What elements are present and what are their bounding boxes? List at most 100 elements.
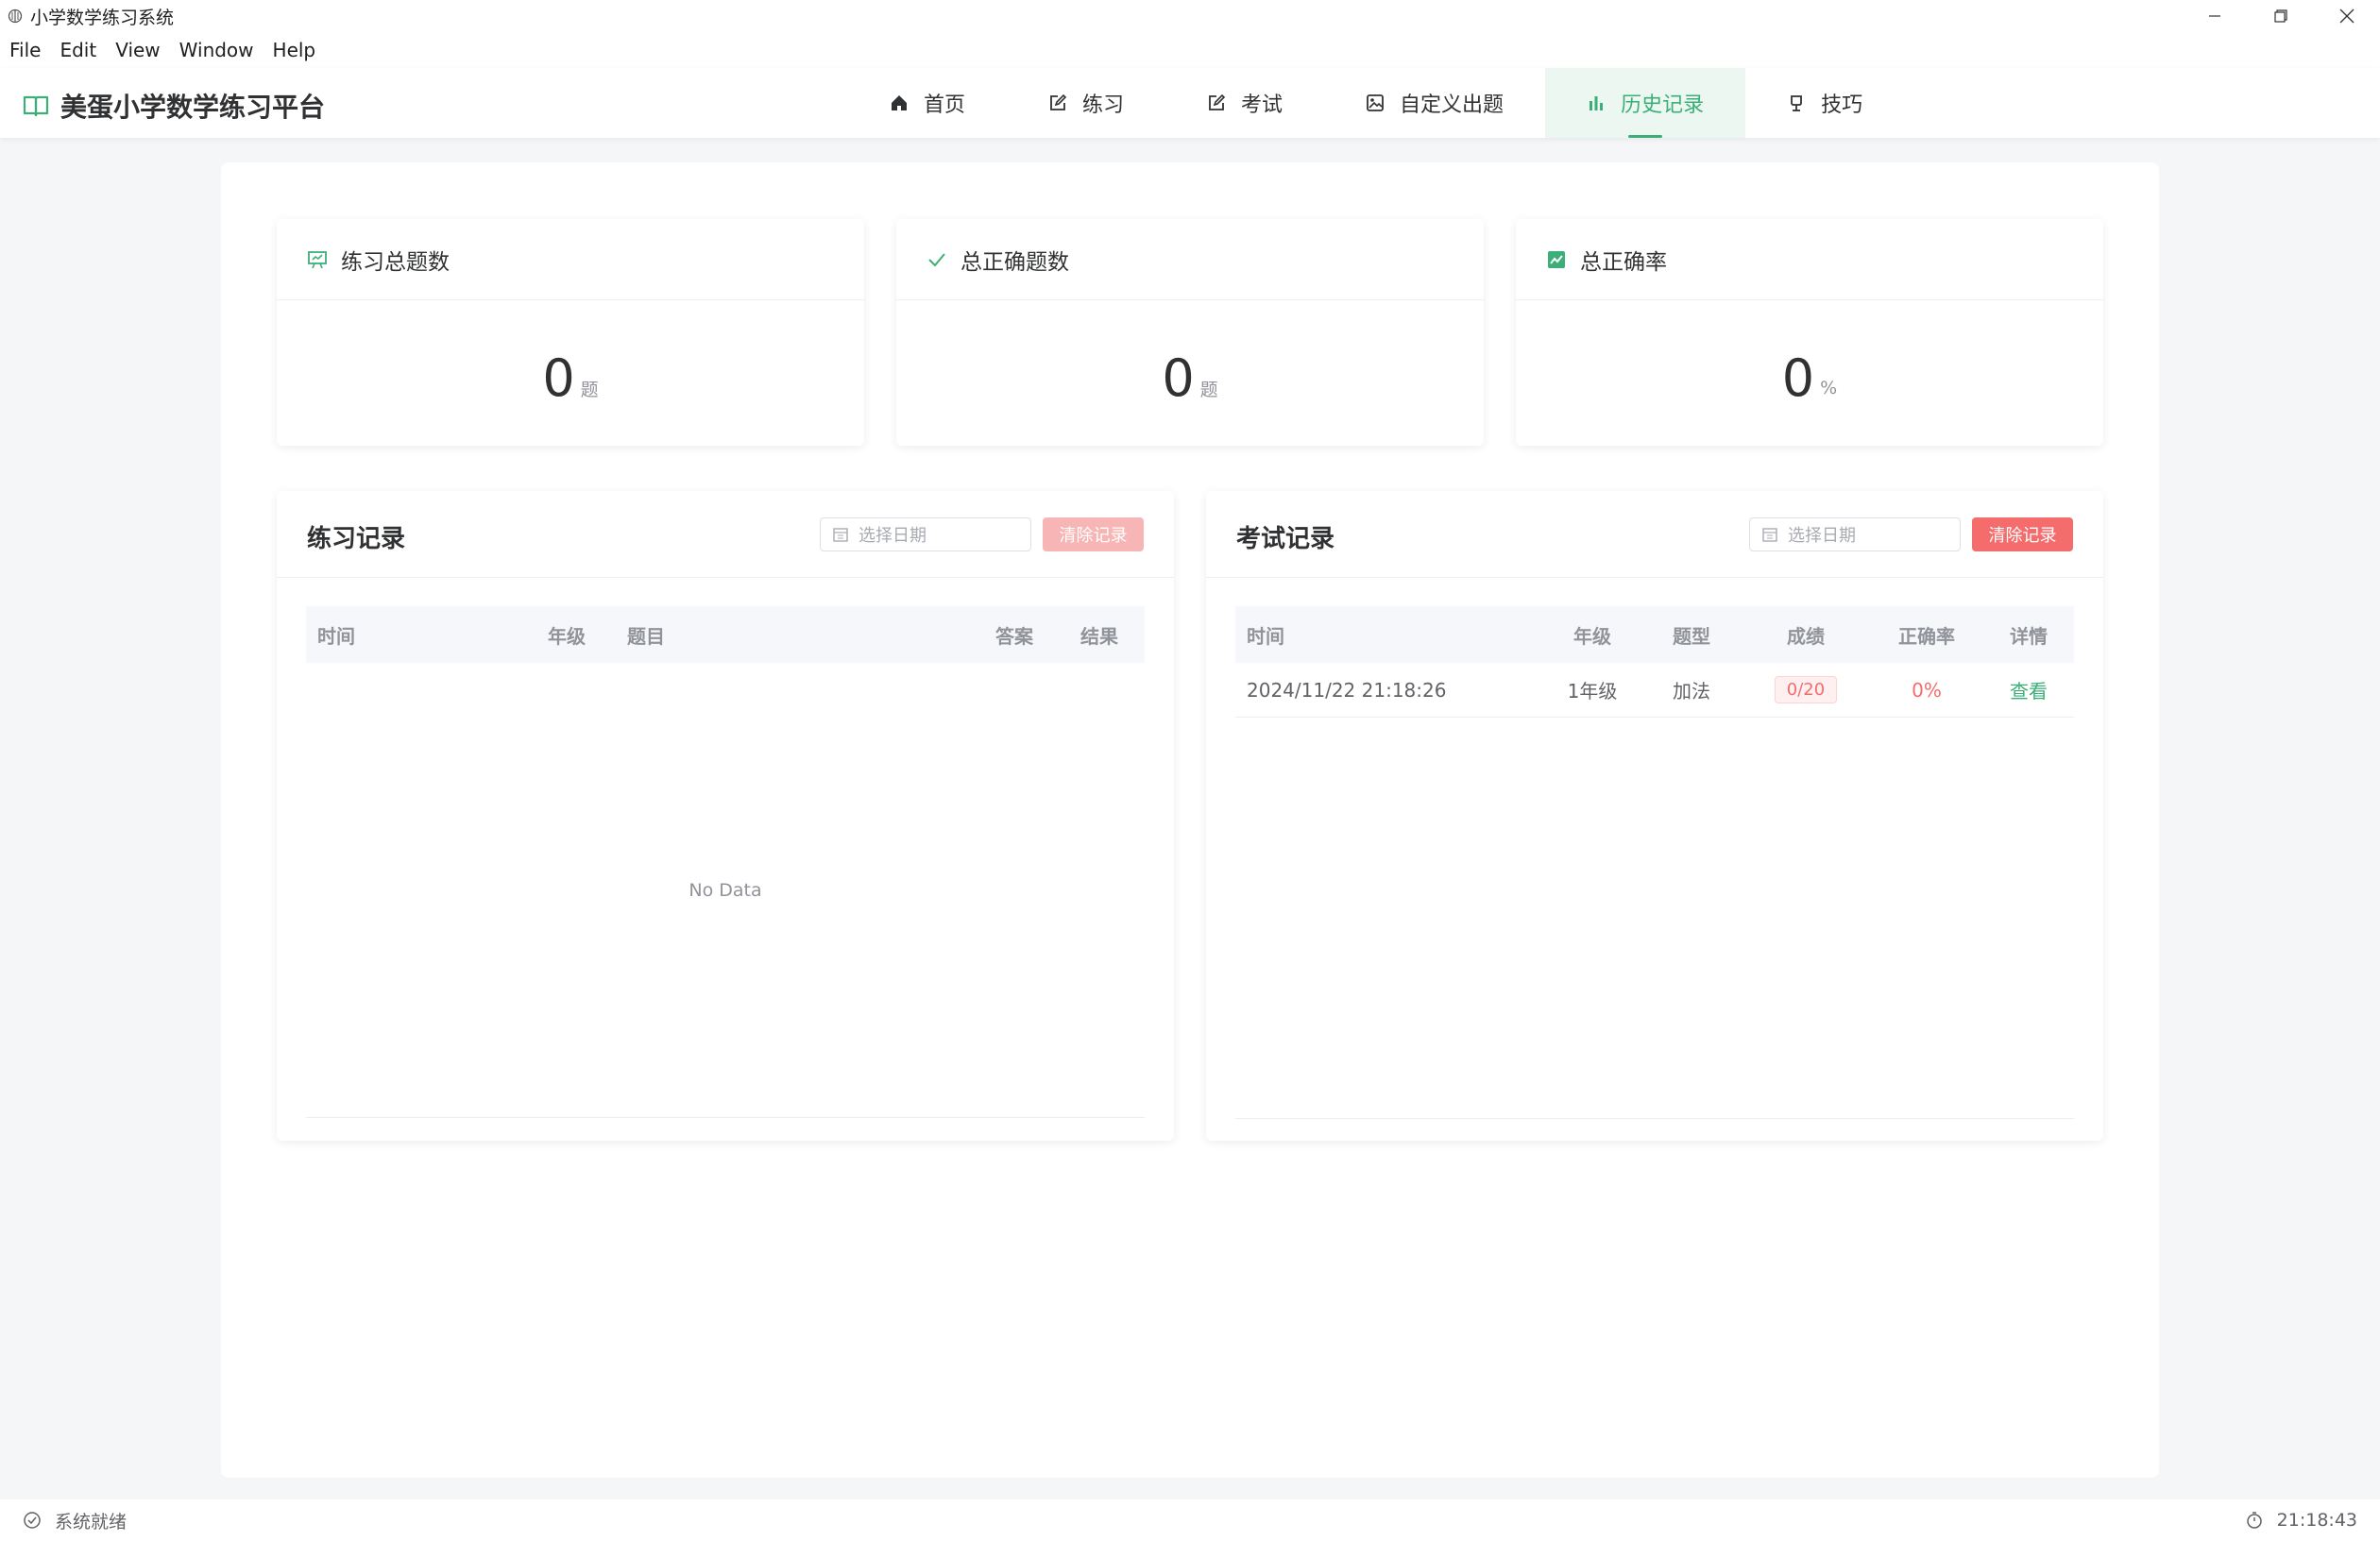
- nav-history-label: 历史记录: [1621, 93, 1705, 117]
- table-row: 2024/11/22 21:18:26 1年级 加法 0/20 0% 查看: [1235, 663, 2074, 718]
- stat-card-header: 练习总题数: [277, 219, 864, 300]
- practice-records-header: 练习记录 选择日期 清除记录: [277, 491, 1174, 578]
- practice-records-table: 时间 年级 题目 答案 结果: [306, 606, 1145, 663]
- row-accuracy: 0%: [1912, 678, 1942, 702]
- practice-records-title: 练习记录: [307, 525, 406, 553]
- stat-card-accuracy: 总正确率 0 %: [1516, 219, 2103, 446]
- status-text: 系统就绪: [55, 1511, 128, 1533]
- stat-unit: 题: [1199, 379, 1218, 400]
- exam-records-header: 考试记录 选择日期 清除记录: [1206, 491, 2103, 578]
- stat-label: 总正确率: [1580, 249, 1667, 275]
- table-header: 时间 年级 题型 成绩 正确率 详情: [1235, 606, 2074, 663]
- stat-card-body: 0 题: [896, 300, 1484, 446]
- close-icon: [2339, 8, 2354, 24]
- menu-help[interactable]: Help: [273, 39, 316, 61]
- nav-tips-label: 技巧: [1821, 93, 1863, 117]
- calendar-icon: [1762, 528, 1777, 542]
- status-bar: 系统就绪 21:18:43: [0, 1499, 2380, 1541]
- menu-bar: File Edit View Window Help: [0, 32, 2380, 68]
- history-panel: 练习总题数 0 题 总正确题数 0 题 总正确率 0 % 练习记录 选择日期 清…: [221, 162, 2159, 1478]
- menu-file[interactable]: File: [9, 39, 41, 61]
- row-type: 加法: [1673, 680, 1710, 703]
- stat-card-total-questions: 练习总题数 0 题: [277, 219, 864, 446]
- close-button[interactable]: [2314, 0, 2380, 32]
- app-header: 美蛋小学数学练习平台 首页 练习 考试 自定义出题 历史记录 技巧: [0, 68, 2380, 138]
- menu-view[interactable]: View: [115, 39, 160, 61]
- column-header-accuracy: 正确率: [1898, 624, 1955, 648]
- exam-records-card: 考试记录 选择日期 清除记录 时间 年级 题型 成绩 正确率 详情 2024/1…: [1206, 491, 2103, 1141]
- minimize-icon: [2209, 15, 2220, 17]
- practice-clear-button[interactable]: 清除记录: [1043, 517, 1144, 551]
- menu-window[interactable]: Window: [179, 39, 254, 61]
- stat-label: 总正确题数: [960, 249, 1069, 275]
- column-header-grade: 年级: [548, 624, 586, 648]
- stat-card-header: 总正确题数: [896, 219, 1484, 300]
- home-icon: [892, 95, 907, 110]
- practice-date-picker[interactable]: 选择日期: [820, 517, 1031, 551]
- stat-value: 0: [542, 347, 575, 408]
- nav-exam-label: 考试: [1241, 93, 1284, 117]
- restore-button[interactable]: [2248, 0, 2314, 32]
- presentation-icon: [308, 250, 327, 268]
- nav-practice-label: 练习: [1082, 93, 1125, 117]
- column-header-time: 时间: [317, 624, 355, 648]
- column-header-grade: 年级: [1573, 624, 1611, 648]
- column-header-result: 结果: [1080, 624, 1118, 648]
- status-indicator: 系统就绪: [23, 1508, 127, 1533]
- stat-unit: 题: [580, 379, 599, 400]
- main-nav: 首页 练习 考试 自定义出题 历史记录 技巧: [848, 68, 1904, 138]
- column-header-time: 时间: [1247, 624, 1284, 648]
- nav-home-label: 首页: [924, 93, 966, 117]
- exam-date-picker[interactable]: 选择日期: [1749, 517, 1961, 551]
- nav-history[interactable]: 历史记录: [1545, 68, 1746, 138]
- window-controls: [2182, 0, 2380, 32]
- score-tag: 0/20: [1774, 676, 1838, 703]
- picture-icon: [1367, 94, 1384, 111]
- window-title: 小学数学练习系统: [30, 7, 175, 28]
- brand-title: 美蛋小学数学练习平台: [60, 92, 326, 123]
- check-icon: [928, 252, 945, 266]
- row-grade: 1年级: [1567, 680, 1618, 703]
- status-clock: 21:18:43: [2245, 1510, 2357, 1531]
- practice-records-card: 练习记录 选择日期 清除记录 时间 年级 题目 答案 结果 No Data: [277, 491, 1174, 1141]
- calendar-icon: [833, 528, 848, 542]
- minimize-button[interactable]: [2182, 0, 2248, 32]
- brand[interactable]: 美蛋小学数学练习平台: [23, 87, 325, 125]
- column-header-detail: 详情: [2010, 624, 2048, 648]
- column-header-type: 题型: [1673, 624, 1710, 648]
- exam-records-table: 时间 年级 题型 成绩 正确率 详情 2024/11/22 21:18:26 1…: [1235, 606, 2074, 718]
- nav-practice[interactable]: 练习: [1007, 68, 1165, 138]
- stat-card-body: 0 题: [277, 300, 864, 446]
- menu-edit[interactable]: Edit: [60, 39, 96, 61]
- stat-card-total-correct: 总正确题数 0 题: [896, 219, 1484, 446]
- lamp-icon: [1791, 95, 1802, 111]
- book-icon: [23, 95, 49, 117]
- column-header-score: 成绩: [1787, 624, 1825, 648]
- row-time: 2024/11/22 21:18:26: [1247, 678, 1447, 702]
- edit-icon: [1050, 93, 1067, 110]
- nav-custom-questions[interactable]: 自定义出题: [1324, 68, 1545, 138]
- column-header-answer: 答案: [995, 624, 1033, 648]
- exam-records-title: 考试记录: [1236, 525, 1335, 553]
- trend-chart-icon: [1548, 250, 1565, 268]
- stat-value: 0: [1162, 347, 1195, 408]
- clock-text: 21:18:43: [2276, 1510, 2357, 1531]
- view-detail-link[interactable]: 查看: [1983, 676, 2074, 703]
- nav-home[interactable]: 首页: [848, 68, 1007, 138]
- app-icon: [8, 8, 23, 24]
- stat-card-header: 总正确率: [1516, 219, 2103, 300]
- timer-icon: [2246, 1512, 2262, 1529]
- column-header-question: 题目: [627, 624, 665, 648]
- practice-date-placeholder: 选择日期: [858, 526, 926, 546]
- nav-tips[interactable]: 技巧: [1745, 68, 1904, 138]
- table-empty-state: No Data: [306, 663, 1145, 1118]
- stat-unit: %: [1820, 378, 1838, 398]
- table-header: 时间 年级 题目 答案 结果: [306, 606, 1145, 663]
- stat-value: 0: [1781, 347, 1815, 408]
- stat-label: 练习总题数: [341, 249, 450, 275]
- nav-exam[interactable]: 考试: [1165, 68, 1324, 138]
- stat-card-body: 0 %: [1516, 300, 2103, 446]
- exam-clear-button[interactable]: 清除记录: [1972, 517, 2073, 551]
- circle-check-icon: [24, 1512, 41, 1529]
- nav-custom-questions-label: 自定义出题: [1400, 93, 1504, 117]
